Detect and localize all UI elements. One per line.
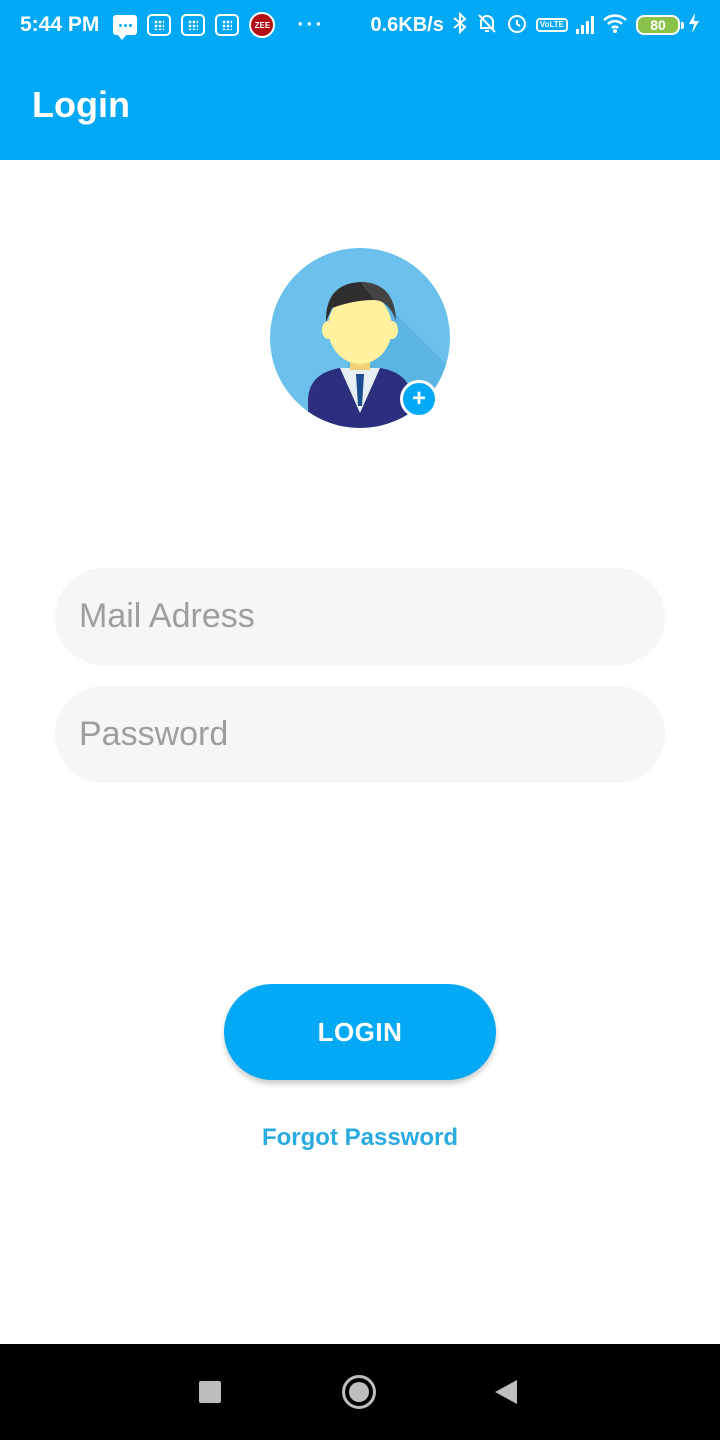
navigation-bar [0, 1344, 720, 1440]
network-speed: 0.6KB/s [370, 13, 444, 36]
alarm-icon [506, 12, 528, 38]
bluetooth-icon [452, 11, 468, 38]
status-right: 0.6KB/s VoLTE 80 [370, 11, 700, 38]
header: 5:44 PM ZEE ··· 0.6KB/s VoLTE 80 Login [0, 0, 720, 160]
password-field[interactable] [55, 686, 665, 783]
forgot-password-link[interactable]: Forgot Password [0, 1124, 720, 1152]
wifi-icon [602, 13, 628, 37]
message-icon [113, 15, 138, 40]
add-photo-icon[interactable]: + [400, 380, 438, 418]
more-notifications-icon: ··· [297, 13, 325, 36]
back-icon[interactable] [495, 1380, 517, 1404]
app-notification-icon [215, 14, 240, 36]
status-left: 5:44 PM ZEE ··· [20, 12, 325, 40]
status-bar: 5:44 PM ZEE ··· 0.6KB/s VoLTE 80 [0, 0, 720, 50]
email-field[interactable] [55, 568, 665, 665]
volte-icon: VoLTE [535, 18, 568, 32]
battery-icon: 80 [636, 15, 684, 35]
status-time: 5:44 PM [20, 13, 100, 36]
app-notification-icon [181, 14, 206, 36]
page-title: Login [32, 84, 130, 125]
recents-icon[interactable] [199, 1381, 221, 1403]
zee-app-icon: ZEE [249, 12, 276, 38]
signal-icon [576, 16, 594, 34]
home-icon[interactable] [342, 1375, 376, 1409]
profile-avatar[interactable]: + [270, 248, 450, 428]
login-button[interactable]: LOGIN [224, 984, 496, 1080]
battery-level: 80 [650, 17, 666, 33]
mute-bell-icon [476, 12, 498, 38]
app-notification-icon [147, 14, 172, 36]
charging-icon [688, 13, 700, 37]
